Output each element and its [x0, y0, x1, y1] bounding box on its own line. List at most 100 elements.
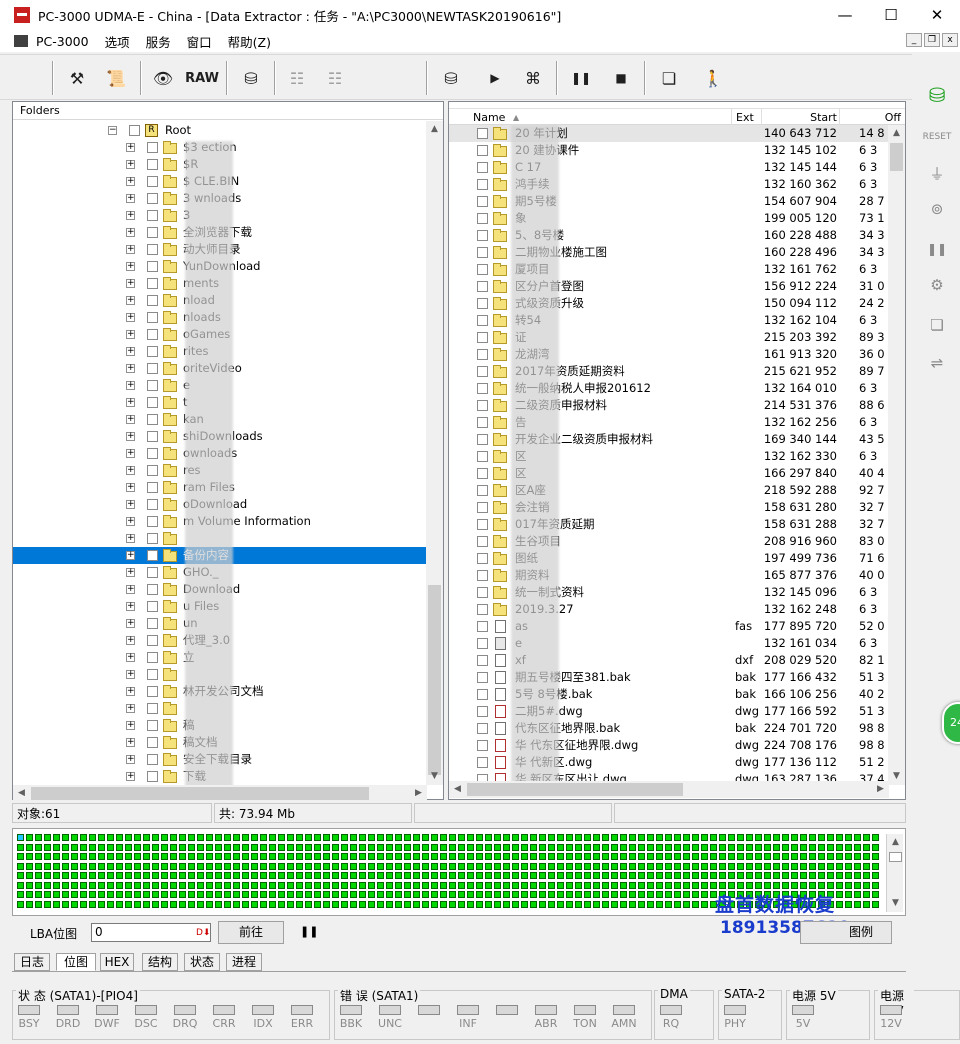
- network-icon[interactable]: ⌘: [518, 64, 548, 92]
- file-checkbox[interactable]: [477, 349, 488, 360]
- file-checkbox[interactable]: [477, 570, 488, 581]
- expand-icon[interactable]: +: [126, 449, 135, 458]
- file-checkbox[interactable]: [477, 587, 488, 598]
- file-checkbox[interactable]: [477, 315, 488, 326]
- file-checkbox[interactable]: [477, 264, 488, 275]
- expand-icon[interactable]: +: [126, 619, 135, 628]
- file-checkbox[interactable]: [477, 604, 488, 615]
- tab-log[interactable]: 日志: [14, 953, 50, 971]
- col-name[interactable]: Name: [473, 109, 505, 126]
- expand-icon[interactable]: +: [126, 347, 135, 356]
- expand-icon[interactable]: +: [126, 653, 135, 662]
- file-checkbox[interactable]: [477, 417, 488, 428]
- file-checkbox[interactable]: [477, 179, 488, 190]
- expand-icon[interactable]: +: [126, 177, 135, 186]
- expand-icon[interactable]: +: [126, 636, 135, 645]
- file-checkbox[interactable]: [477, 400, 488, 411]
- copy-icon[interactable]: ❏: [654, 64, 684, 92]
- expand-icon[interactable]: +: [126, 500, 135, 509]
- root-checkbox[interactable]: [129, 125, 140, 136]
- mdi-minimize-icon[interactable]: _: [906, 33, 922, 47]
- expand-icon[interactable]: +: [126, 721, 135, 730]
- file-checkbox[interactable]: [477, 757, 488, 768]
- expand-icon[interactable]: +: [126, 772, 135, 781]
- file-checkbox[interactable]: [477, 621, 488, 632]
- file-checkbox[interactable]: [477, 672, 488, 683]
- scroll-icon[interactable]: 📜: [101, 64, 131, 92]
- expand-icon[interactable]: +: [126, 670, 135, 679]
- folder-checkbox[interactable]: [147, 652, 158, 663]
- folder-checkbox[interactable]: [147, 567, 158, 578]
- file-list[interactable]: 20 年计划140 643 71214 820 建协课件132 145 1026…: [449, 125, 889, 785]
- file-checkbox[interactable]: [477, 485, 488, 496]
- expand-icon[interactable]: +: [126, 313, 135, 322]
- file-checkbox[interactable]: [477, 451, 488, 462]
- folder-checkbox[interactable]: [147, 346, 158, 357]
- folders-vscroll[interactable]: ▲ ▼: [426, 121, 443, 785]
- folder-checkbox[interactable]: [147, 686, 158, 697]
- files-vscroll[interactable]: ▲ ▼: [888, 125, 905, 785]
- mdi-restore-icon[interactable]: ❐: [924, 33, 940, 47]
- pause-icon[interactable]: ❚❚: [566, 64, 596, 92]
- folder-checkbox[interactable]: [147, 380, 158, 391]
- files-scroll-left-icon[interactable]: ◀: [449, 781, 466, 798]
- expand-icon[interactable]: +: [126, 534, 135, 543]
- menu-options[interactable]: 选项: [97, 32, 138, 51]
- tools-icon[interactable]: ⚒: [62, 64, 92, 92]
- tab-hex[interactable]: HEX: [100, 953, 134, 971]
- play-icon[interactable]: ▶: [480, 64, 510, 92]
- file-checkbox[interactable]: [477, 689, 488, 700]
- expand-icon[interactable]: +: [126, 143, 135, 152]
- files-hscroll[interactable]: ◀ ▶: [449, 781, 889, 798]
- connect-side-icon[interactable]: ⇌: [924, 350, 950, 376]
- file-checkbox[interactable]: [477, 383, 488, 394]
- folder-checkbox[interactable]: [147, 244, 158, 255]
- files-hscroll-thumb[interactable]: [467, 783, 683, 796]
- expand-icon[interactable]: +: [126, 194, 135, 203]
- folder-checkbox[interactable]: [147, 363, 158, 374]
- expand-icon[interactable]: +: [126, 381, 135, 390]
- file-checkbox[interactable]: [477, 536, 488, 547]
- files-scroll-up-icon[interactable]: ▲: [888, 125, 905, 142]
- lba-scroll-up-icon[interactable]: ▲: [887, 834, 904, 851]
- file-checkbox[interactable]: [477, 281, 488, 292]
- expand-icon[interactable]: +: [126, 398, 135, 407]
- pause-side-icon[interactable]: ❚❚: [924, 236, 950, 262]
- expand-icon[interactable]: +: [126, 160, 135, 169]
- scroll-right-icon[interactable]: ▶: [410, 785, 427, 802]
- folder-checkbox[interactable]: [147, 635, 158, 646]
- copy-side-icon[interactable]: ❏: [924, 312, 950, 338]
- file-checkbox[interactable]: [477, 247, 488, 258]
- drive-icon[interactable]: ⛁: [236, 64, 266, 92]
- file-checkbox[interactable]: [477, 145, 488, 156]
- raw-button[interactable]: RAW: [184, 64, 220, 92]
- expand-icon[interactable]: +: [126, 415, 135, 424]
- file-checkbox[interactable]: [477, 723, 488, 734]
- exit-icon[interactable]: 🚶: [698, 64, 728, 92]
- folder-checkbox[interactable]: [147, 618, 158, 629]
- scroll-down-icon[interactable]: ▼: [426, 768, 443, 785]
- folder-checkbox[interactable]: [147, 737, 158, 748]
- folder-checkbox[interactable]: [147, 278, 158, 289]
- folders-hscroll[interactable]: ◀ ▶: [13, 785, 427, 802]
- folder-tree[interactable]: −RRoot+$3 ection+$R+$ CLE.BIN+3 wnloads+…: [13, 121, 427, 785]
- lba-pause-icon[interactable]: ❚❚: [300, 925, 318, 938]
- tree-expand-icon[interactable]: ☷: [320, 64, 350, 92]
- file-checkbox[interactable]: [477, 502, 488, 513]
- settings-side-icon[interactable]: ⚙: [924, 272, 950, 298]
- folder-checkbox[interactable]: [147, 754, 158, 765]
- expand-icon[interactable]: +: [126, 738, 135, 747]
- col-ext[interactable]: Ext: [731, 109, 761, 126]
- lba-scroll-down-icon[interactable]: ▼: [887, 895, 904, 912]
- lba-vscroll[interactable]: ▲ ▼: [886, 834, 903, 912]
- tab-bitmap[interactable]: 位图: [56, 953, 96, 971]
- folder-checkbox[interactable]: [147, 499, 158, 510]
- file-checkbox[interactable]: [477, 162, 488, 173]
- database-icon[interactable]: ⛁: [924, 82, 950, 108]
- legend-button[interactable]: 图例: [800, 921, 892, 944]
- file-checkbox[interactable]: [477, 706, 488, 717]
- sensor-icon[interactable]: ⊚: [924, 196, 950, 222]
- files-scroll-right-icon[interactable]: ▶: [872, 781, 889, 798]
- folder-checkbox[interactable]: [147, 176, 158, 187]
- folder-checkbox[interactable]: [147, 414, 158, 425]
